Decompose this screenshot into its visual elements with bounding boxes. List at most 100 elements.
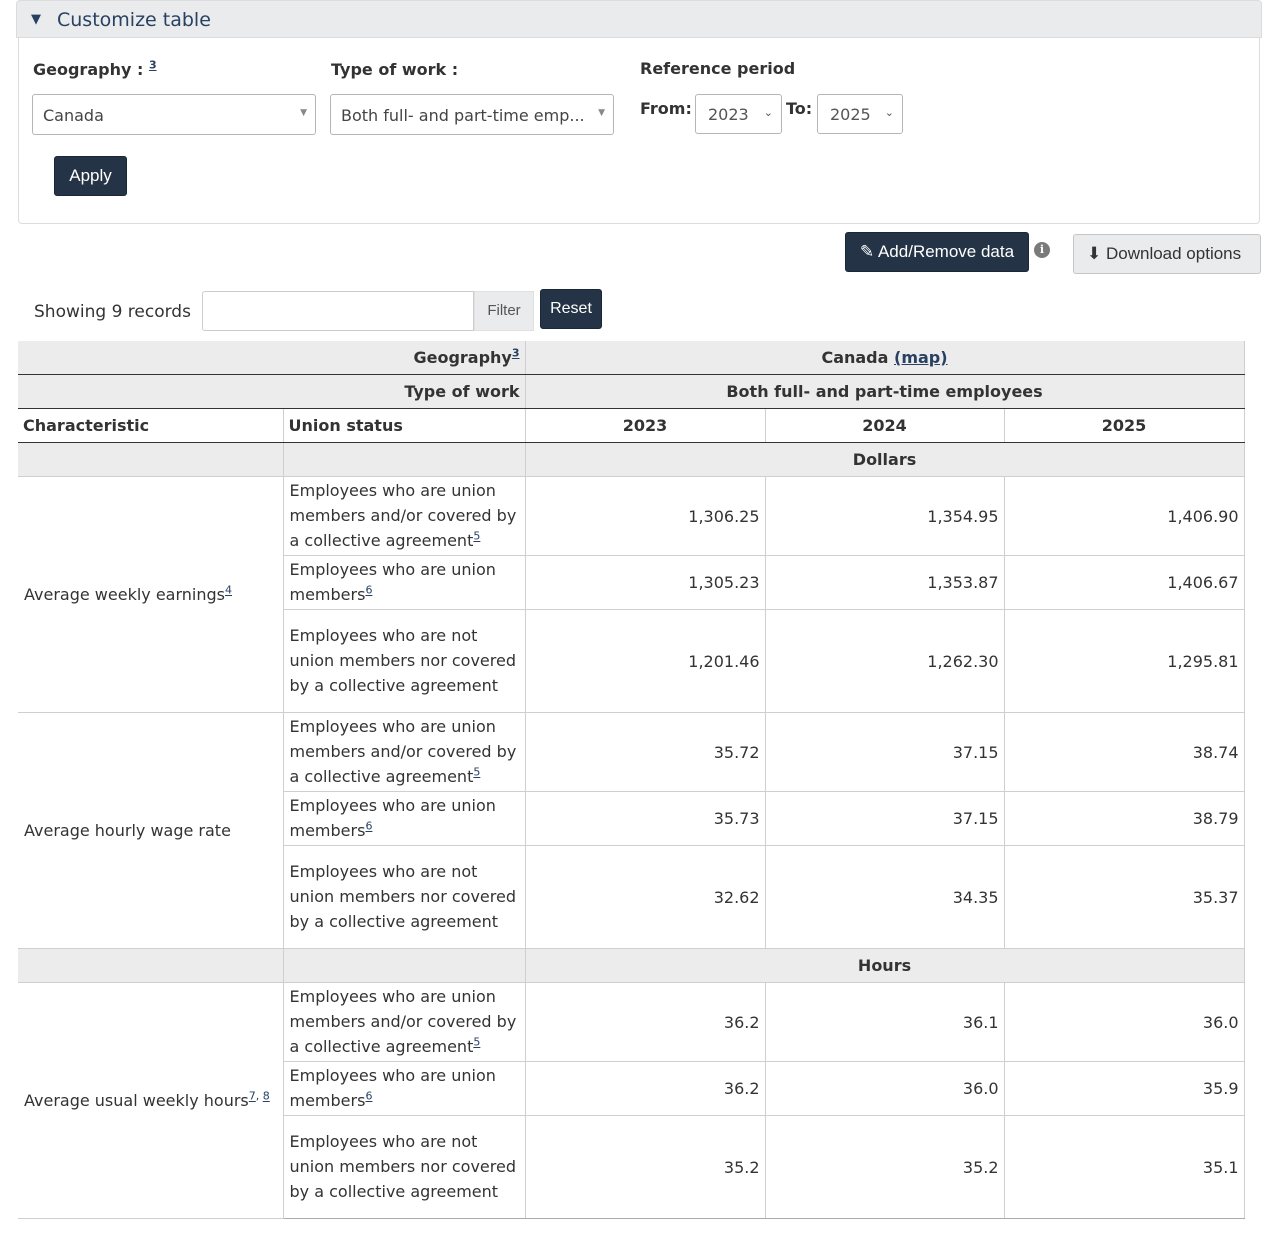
footnote-3-link[interactable]: 3: [512, 347, 520, 360]
download-options-label: Download options: [1105, 244, 1242, 263]
characteristic-cell: Average usual weekly hours7, 8: [18, 982, 284, 1219]
record-count: Showing 9 records: [34, 302, 191, 322]
download-options-button[interactable]: ⬇ Download options: [1073, 234, 1261, 274]
footnote-4-link[interactable]: 4: [225, 584, 232, 597]
union-status-cell: Employees who are union members and/or c…: [283, 712, 526, 792]
value-cell: 36.0: [1004, 982, 1245, 1062]
type-of-work-select[interactable]: Both full- and part-time emp... ▼: [330, 94, 614, 135]
type-of-work-header: Type of work: [18, 374, 526, 409]
unit-row: Dollars: [18, 442, 1245, 477]
footnote-5-link[interactable]: 5: [473, 1036, 480, 1049]
add-remove-data-label: Add/Remove data: [877, 242, 1015, 261]
characteristic-cell: Average weekly earnings4: [18, 476, 284, 713]
table-row: Average usual weekly hours7, 8 Employees…: [18, 982, 1245, 1219]
footnote-5-link[interactable]: 5: [473, 766, 480, 779]
info-icon[interactable]: i: [1034, 242, 1050, 258]
value-cell: 37.15: [765, 712, 1005, 792]
union-status-cell: Employees who are not union members nor …: [283, 1115, 526, 1219]
value-cell: 35.73: [525, 791, 766, 846]
year-header: 2023: [525, 408, 766, 443]
work-label: Type of work :: [331, 60, 459, 79]
value-cell: 1,406.67: [1004, 555, 1245, 610]
customize-table-toggle[interactable]: ▼ Customize table: [16, 0, 1262, 38]
footnote-8-link[interactable]: 8: [263, 1090, 270, 1103]
value-cell: 36.2: [525, 982, 766, 1062]
triangle-down-icon: ▼: [31, 12, 41, 27]
reset-button[interactable]: Reset: [540, 289, 602, 329]
value-cell: 1,354.95: [765, 476, 1005, 556]
type-of-work-header-row: Type of work Both full- and part-time em…: [18, 374, 1245, 409]
union-status-cell: Employees who are union members and/or c…: [283, 982, 526, 1062]
footnote-6-link[interactable]: 6: [365, 820, 372, 833]
chevron-down-icon: ⌄: [884, 106, 894, 119]
from-label: From:: [640, 99, 692, 118]
data-table: Geography3 Canada (map) Type of work Bot…: [18, 341, 1245, 1219]
type-of-work-value-header: Both full- and part-time employees: [525, 374, 1245, 409]
union-status-cell: Employees who are not union members nor …: [283, 609, 526, 713]
value-cell: 38.74: [1004, 712, 1245, 792]
type-of-work-value: Both full- and part-time emp...: [341, 106, 585, 125]
unit-hours: Hours: [525, 948, 1245, 983]
caret-down-icon: ▼: [598, 108, 605, 118]
value-cell: 34.35: [765, 845, 1005, 949]
union-status-cell: Employees who are union members6: [283, 1061, 526, 1116]
to-year-select[interactable]: 2025 ⌄: [817, 94, 903, 134]
value-cell: 35.37: [1004, 845, 1245, 949]
year-header: 2024: [765, 408, 1005, 443]
geography-value: Canada: [43, 106, 104, 125]
caret-down-icon: ▼: [300, 108, 307, 118]
geography-select[interactable]: Canada ▼: [32, 94, 316, 135]
filter-button[interactable]: Filter: [474, 291, 534, 331]
value-cell: 37.15: [765, 791, 1005, 846]
value-cell: 1,306.25: [525, 476, 766, 556]
geography-header: Geography3: [18, 341, 526, 375]
union-status-cell: Employees who are union members6: [283, 555, 526, 610]
value-cell: 32.62: [525, 845, 766, 949]
value-cell: 38.79: [1004, 791, 1245, 846]
value-cell: 1,353.87: [765, 555, 1005, 610]
add-remove-data-button[interactable]: ✎ Add/Remove data: [845, 232, 1029, 272]
footnote-3-link[interactable]: 3: [149, 59, 157, 72]
value-cell: 35.72: [525, 712, 766, 792]
value-cell: 36.2: [525, 1061, 766, 1116]
to-year-value: 2025: [830, 105, 871, 124]
value-cell: 35.2: [765, 1115, 1005, 1219]
footnote-6-link[interactable]: 6: [365, 1090, 372, 1103]
table-row: Average weekly earnings4 Employees who a…: [18, 476, 1245, 713]
value-cell: 35.2: [525, 1115, 766, 1219]
value-cell: 36.1: [765, 982, 1005, 1062]
union-status-cell: Employees who are union members and/or c…: [283, 476, 526, 556]
footnote-7-link[interactable]: 7: [249, 1090, 256, 1103]
value-cell: 36.0: [765, 1061, 1005, 1116]
characteristic-header: Characteristic: [18, 408, 284, 443]
table-row: Average hourly wage rate Employees who a…: [18, 712, 1245, 949]
unit-dollars: Dollars: [525, 442, 1245, 477]
value-cell: 35.9: [1004, 1061, 1245, 1116]
value-cell: 1,201.46: [525, 609, 766, 713]
apply-button[interactable]: Apply: [54, 156, 127, 196]
value-cell: 1,305.23: [525, 555, 766, 610]
customize-table-title: Customize table: [57, 9, 211, 31]
value-cell: 35.1: [1004, 1115, 1245, 1219]
union-status-cell: Employees who are not union members nor …: [283, 845, 526, 949]
column-header-row: Characteristic Union status 2023 2024 20…: [18, 408, 1245, 443]
characteristic-cell: Average hourly wage rate: [18, 712, 284, 949]
reference-period-label: Reference period: [640, 59, 796, 78]
geography-label: Geography : 3: [33, 58, 157, 79]
footnote-5-link[interactable]: 5: [473, 530, 480, 543]
geography-value-header: Canada (map): [525, 341, 1245, 375]
value-cell: 1,406.90: [1004, 476, 1245, 556]
from-year-value: 2023: [708, 105, 749, 124]
union-status-cell: Employees who are union members6: [283, 791, 526, 846]
footnote-6-link[interactable]: 6: [365, 584, 372, 597]
year-header: 2025: [1004, 408, 1245, 443]
union-status-header: Union status: [283, 408, 526, 443]
pencil-icon: ✎: [859, 242, 875, 261]
map-link[interactable]: (map): [894, 348, 948, 367]
value-cell: 1,262.30: [765, 609, 1005, 713]
from-year-select[interactable]: 2023 ⌄: [695, 94, 782, 134]
filter-input[interactable]: [202, 291, 474, 331]
unit-row: Hours: [18, 948, 1245, 983]
chevron-down-icon: ⌄: [763, 106, 773, 119]
to-label: To:: [786, 99, 813, 118]
